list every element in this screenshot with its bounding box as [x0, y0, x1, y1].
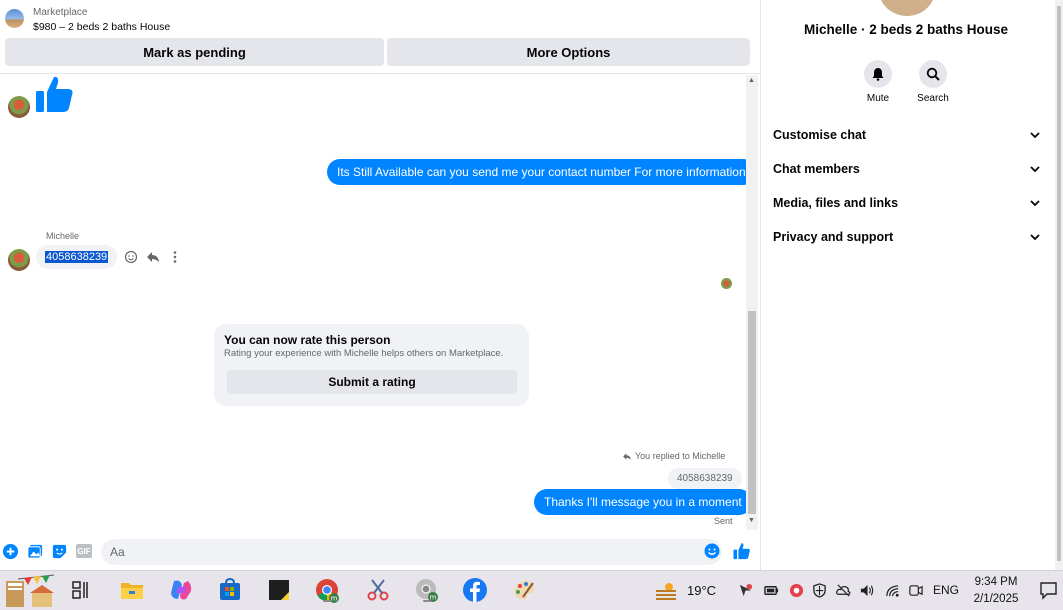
mute-label: Mute — [866, 93, 890, 104]
emoji-icon[interactable] — [704, 543, 720, 559]
chrome-profile-icon[interactable]: m — [414, 577, 440, 603]
taskbar: m m 19°C ENG 9:34 PM 2/1/2025 — [0, 570, 1063, 610]
antivirus-icon[interactable] — [789, 583, 804, 598]
message-input[interactable]: Aa — [101, 539, 722, 565]
contact-avatar[interactable] — [8, 249, 30, 271]
section-label: Customise chat — [773, 128, 867, 142]
section-chat-members[interactable]: Chat members — [773, 159, 1041, 179]
selected-phone-text[interactable]: 4058638239 — [45, 251, 109, 263]
volume-icon[interactable] — [860, 583, 875, 598]
rating-card: You can now rate this person Rating your… — [214, 324, 529, 406]
listing-title[interactable]: $980 – 2 beds 2 baths House — [33, 21, 170, 33]
info-scroll-thumb[interactable] — [1057, 6, 1061, 561]
language-indicator[interactable]: ENG — [933, 583, 959, 597]
sticky-notes-icon[interactable] — [266, 577, 292, 603]
chat-scrollbar[interactable]: ▲ ▼ — [746, 75, 758, 530]
listing-thumbnail[interactable] — [5, 9, 24, 28]
security-shield-icon[interactable] — [812, 583, 827, 598]
section-label: Media, files and links — [773, 196, 899, 210]
section-label: Chat members — [773, 162, 860, 176]
search-icon — [926, 67, 940, 81]
scroll-down-arrow-icon[interactable]: ▼ — [748, 517, 755, 524]
microsoft-store-icon[interactable] — [217, 577, 243, 603]
listing-avatar — [879, 0, 935, 16]
reply-note-text: You replied to Michelle — [635, 451, 726, 461]
search-button[interactable]: Search — [908, 60, 958, 104]
reply-icon[interactable] — [146, 250, 160, 264]
facebook-icon[interactable] — [462, 577, 488, 603]
conversation-title: Michelle · 2 beds 2 baths House — [803, 22, 1009, 37]
copilot-icon[interactable] — [168, 577, 194, 603]
more-dots-icon[interactable] — [168, 250, 182, 264]
battery-icon[interactable] — [764, 583, 779, 598]
sender-name: Michelle — [46, 231, 80, 241]
widgets-desktop-icon[interactable] — [2, 573, 56, 609]
chat-header: Marketplace $980 – 2 beds 2 baths House … — [0, 0, 760, 74]
clock-time: 9:34 PM — [974, 576, 1018, 588]
outgoing-message[interactable]: Thanks I'll message you in a moment — [534, 489, 752, 515]
chevron-down-icon — [1030, 166, 1040, 173]
section-customise-chat[interactable]: Customise chat — [773, 125, 1041, 145]
running-indicator — [323, 600, 331, 602]
rating-title: You can now rate this person — [224, 333, 391, 347]
chevron-down-icon — [1030, 234, 1040, 241]
seen-indicator-avatar — [721, 278, 732, 289]
section-media-files-links[interactable]: Media, files and links — [773, 193, 1041, 213]
file-explorer-icon[interactable] — [119, 577, 145, 603]
temperature[interactable]: 19°C — [687, 583, 716, 598]
scroll-up-arrow-icon[interactable]: ▲ — [748, 77, 755, 84]
clock-date: 2/1/2025 — [973, 593, 1019, 605]
running-indicator — [423, 600, 431, 602]
sticker-icon[interactable] — [51, 543, 68, 560]
rating-subtitle: Rating your experience with Michelle hel… — [224, 348, 504, 359]
wifi-icon[interactable] — [885, 583, 900, 598]
reply-icon — [623, 452, 631, 460]
info-scrollbar[interactable] — [1055, 0, 1063, 570]
composer: GIF Aa — [0, 535, 760, 570]
notification-icon[interactable] — [1039, 581, 1058, 600]
message-status: Sent — [714, 516, 733, 526]
plus-icon[interactable] — [2, 543, 19, 560]
task-view-icon[interactable] — [70, 579, 92, 601]
paint-icon[interactable] — [511, 577, 537, 603]
chevron-down-icon — [1030, 200, 1040, 207]
chevron-down-icon — [1030, 132, 1040, 139]
thumbs-up-icon — [36, 76, 73, 112]
quoted-message[interactable]: 4058638239 — [668, 468, 742, 489]
listing-source: Marketplace — [33, 7, 88, 18]
location-icon[interactable] — [738, 583, 753, 598]
incoming-message[interactable]: 4058638239 — [36, 245, 118, 269]
scroll-thumb[interactable] — [748, 311, 756, 514]
bell-icon — [872, 68, 884, 81]
outgoing-message[interactable]: Its Still Available can you send me your… — [327, 159, 756, 185]
reply-note: You replied to Michelle — [622, 451, 725, 461]
contact-avatar[interactable] — [8, 96, 30, 118]
react-emoji-icon[interactable] — [124, 250, 138, 264]
mark-as-pending-button[interactable]: Mark as pending — [5, 38, 384, 66]
chat-pane: Marketplace $980 – 2 beds 2 baths House … — [0, 0, 760, 570]
photo-icon[interactable] — [27, 543, 44, 560]
more-options-button[interactable]: More Options — [387, 38, 750, 66]
onedrive-offline-icon[interactable] — [836, 583, 851, 598]
send-like-icon[interactable] — [733, 542, 751, 560]
weather-haze-icon[interactable] — [654, 581, 678, 601]
section-privacy-support[interactable]: Privacy and support — [773, 227, 1041, 247]
submit-rating-button[interactable]: Submit a rating — [227, 370, 517, 394]
mute-button[interactable]: Mute — [853, 60, 903, 104]
chat-info-pane: Michelle · 2 beds 2 baths House Mute Sea… — [760, 0, 1063, 570]
clock[interactable]: 9:34 PM 2/1/2025 — [968, 574, 1024, 608]
app-window: Marketplace $980 – 2 beds 2 baths House … — [0, 0, 1063, 610]
search-label: Search — [917, 93, 949, 104]
section-label: Privacy and support — [773, 230, 894, 244]
snipping-tool-icon[interactable] — [365, 577, 391, 603]
chrome-icon[interactable]: m — [314, 577, 340, 603]
meet-now-icon[interactable] — [908, 583, 923, 598]
svg-text:m: m — [331, 595, 338, 603]
gif-icon[interactable]: GIF — [76, 544, 92, 558]
